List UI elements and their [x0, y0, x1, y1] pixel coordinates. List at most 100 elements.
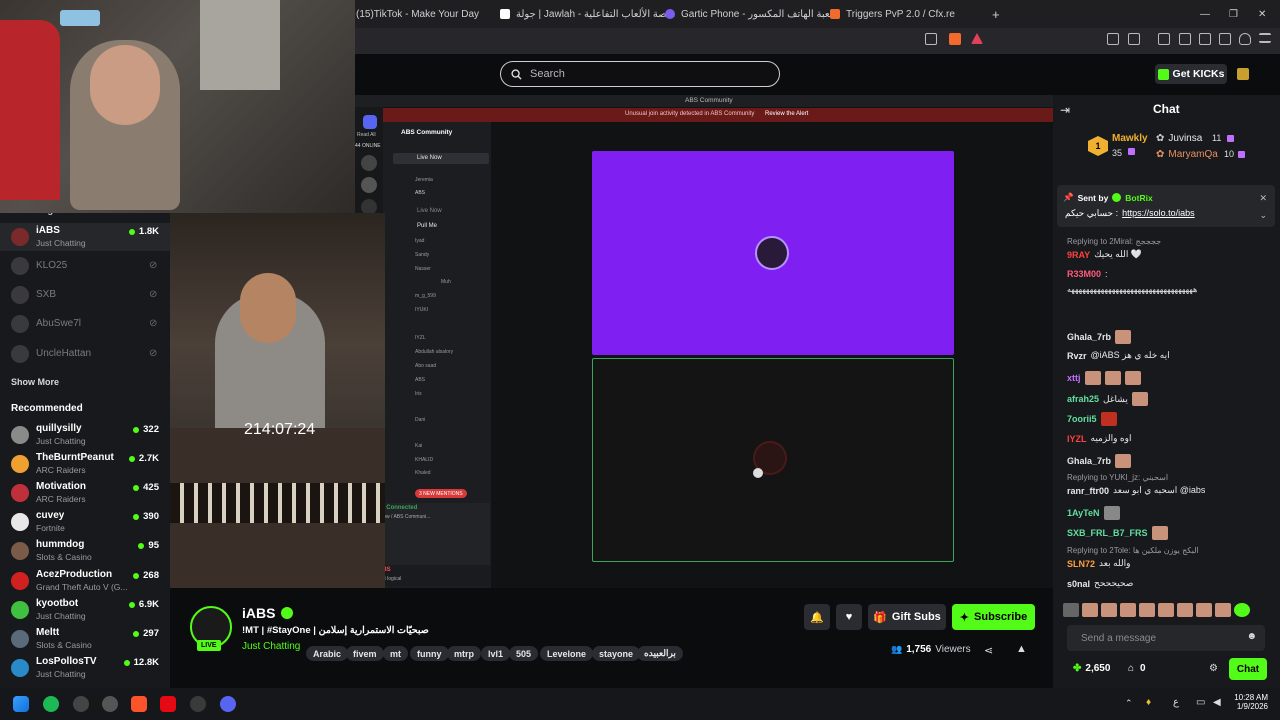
chat-username[interactable]: Ghala_7rb: [1067, 456, 1111, 466]
vpn-icon[interactable]: [1239, 33, 1251, 45]
sidebar-item-abuswe7l[interactable]: AbuSwe7l ⊘: [0, 310, 170, 338]
chat-username[interactable]: ranr_ftr00: [1067, 486, 1109, 496]
chat-message[interactable]: R33M00:: [1067, 269, 1108, 279]
chevron-up-icon[interactable]: ⌃: [1125, 698, 1133, 709]
tag[interactable]: fivem: [346, 646, 384, 661]
chat-message[interactable]: s0nal صحيحححح: [1067, 578, 1133, 589]
chat-username[interactable]: Ghala_7rb: [1067, 332, 1111, 342]
epic-games-icon[interactable]: [190, 696, 206, 712]
volume-icon[interactable]: ◀: [1213, 697, 1221, 708]
media-icon[interactable]: [1158, 33, 1170, 45]
ai-icon[interactable]: [1219, 33, 1231, 45]
wallet-icon[interactable]: [1199, 33, 1211, 45]
sidebar-item-quillysilly[interactable]: quillysilly Just Chatting 322: [0, 421, 170, 449]
browser-tab-tiktok[interactable]: (15)TikTok - Make Your Day: [356, 0, 479, 28]
send-chat-button[interactable]: Chat: [1229, 658, 1267, 680]
sidebar-item-motivation[interactable]: Motivation ARC Raiders 425: [0, 479, 170, 507]
chat-message[interactable]: ههههههههههههههههههههههههههههههههههه: [1067, 285, 1197, 294]
pinned-message[interactable]: 📌 Sent by BotRix حسابي حيكم : https://so…: [1057, 185, 1275, 227]
spotify-icon[interactable]: [43, 696, 59, 712]
chat-username[interactable]: Rvzr: [1067, 351, 1087, 361]
browser-tab-jawlah[interactable]: جولة | Jawlah - منصة الألعاب التفاعلية: [500, 0, 675, 28]
chat-message[interactable]: Ghala_7rb: [1067, 330, 1132, 344]
channel-points[interactable]: ✤ 2,650: [1073, 663, 1110, 674]
chrome-icon[interactable]: [102, 696, 118, 712]
tag[interactable]: mt: [383, 646, 408, 661]
chat-input[interactable]: Send a message ☻: [1067, 625, 1265, 651]
follow-button[interactable]: ♥: [836, 604, 862, 630]
chat-message[interactable]: xttj: [1067, 371, 1141, 385]
taskbar-time[interactable]: 10:28 AM: [1230, 693, 1268, 702]
chat-username[interactable]: IYZL: [1067, 434, 1087, 444]
close-window-button[interactable]: ✕: [1258, 0, 1266, 28]
taskbar-date[interactable]: 1/9/2026: [1230, 702, 1268, 711]
tag[interactable]: lvl1: [481, 646, 511, 661]
discord-icon[interactable]: [220, 696, 236, 712]
sidebar-item-hummdog[interactable]: hummdog Slots & Casino 95: [0, 537, 170, 565]
leader-name[interactable]: Juvinsa: [1168, 133, 1202, 144]
leader-name[interactable]: MaryamQa: [1168, 149, 1217, 160]
browser-tab-cfx[interactable]: Triggers PvP 2.0 / Cfx.re: [830, 0, 955, 28]
sidebar-item-iabs[interactable]: iABS Just Chatting 1.8K: [0, 223, 170, 251]
share-icon[interactable]: [925, 33, 937, 45]
tag[interactable]: برالعبيده: [637, 646, 683, 661]
sidebar-item-cuvey[interactable]: cuvey Fortnite 390: [0, 508, 170, 536]
unpin-icon[interactable]: ✕: [1259, 193, 1267, 204]
brave-icon[interactable]: [131, 696, 147, 712]
notification-bell-button[interactable]: 🔔: [804, 604, 830, 630]
tag[interactable]: mtrp: [447, 646, 481, 661]
sidebar-item-theburntpeanut[interactable]: TheBurntPeanut ARC Raiders 2.7K: [0, 450, 170, 478]
chat-username[interactable]: s0nal: [1067, 579, 1090, 589]
emoji-icon[interactable]: ☻: [1246, 631, 1257, 642]
minimize-button[interactable]: —: [1200, 0, 1210, 28]
microphone-icon[interactable]: ♦: [1146, 697, 1151, 708]
chevron-down-icon[interactable]: ⌄: [1259, 210, 1267, 221]
tag[interactable]: funny: [410, 646, 449, 661]
subscribe-button[interactable]: ✦ Subscribe: [952, 604, 1035, 630]
stream-category[interactable]: Just Chatting: [242, 641, 300, 652]
network-icon[interactable]: ▭: [1196, 697, 1205, 708]
browser-tab-gartic[interactable]: Gartic Phone - لعبة الهاتف المكسور: [665, 0, 833, 28]
tag[interactable]: Levelone: [540, 646, 594, 661]
tag[interactable]: 505: [509, 646, 539, 661]
menu-icon[interactable]: [1259, 33, 1271, 43]
leader-name[interactable]: Mawkly: [1112, 133, 1148, 144]
tag[interactable]: stayone: [592, 646, 641, 661]
chat-message[interactable]: SLN72 والله بعد: [1067, 558, 1130, 569]
chat-message[interactable]: 1AyTeN: [1067, 506, 1120, 520]
settings-icon[interactable]: ⚙: [1209, 663, 1218, 674]
sidebar-item-acezproduction[interactable]: AcezProduction Grand Theft Auto V (G... …: [0, 567, 170, 595]
chat-message[interactable]: SXB_FRL_B7_FRS: [1067, 526, 1168, 540]
video-player[interactable]: ABS Community Unusual join activity dete…: [355, 95, 1053, 588]
chat-message[interactable]: ranr_ftr00 اسحبه ي ابو سعد @iabs: [1067, 485, 1205, 496]
sidebar-item-meltt[interactable]: Meltt Slots & Casino 297: [0, 625, 170, 653]
chat-username[interactable]: SXB_FRL_B7_FRS: [1067, 528, 1148, 538]
sidebar-item-sxb[interactable]: SXB ⊘: [0, 281, 170, 309]
sidebar-item-lospollostv[interactable]: LosPollosTV Just Chatting 12.8K: [0, 654, 170, 682]
chat-message[interactable]: IYZL اوه والزميه: [1067, 433, 1131, 444]
gift-subs-button[interactable]: 🎁 Gift Subs: [868, 604, 946, 630]
sidebar-icon[interactable]: [1179, 33, 1191, 45]
netflix-icon[interactable]: [160, 696, 176, 712]
chat-username[interactable]: 9RAY: [1067, 250, 1090, 260]
emote-bar[interactable]: [1063, 603, 1275, 617]
sidebar-item-kyootbot[interactable]: kyootbot Just Chatting 6.9K: [0, 596, 170, 624]
chat-message[interactable]: 9RAY الله يحيك 🤍: [1067, 249, 1142, 260]
chat-username[interactable]: 7oorii5: [1067, 414, 1097, 424]
brave-shield-icon[interactable]: [949, 33, 961, 45]
sidebar-item-klo25[interactable]: KLO25 ⊘: [0, 252, 170, 280]
extensions-icon[interactable]: [1107, 33, 1119, 45]
pinned-link[interactable]: https://solo.to/iabs: [1122, 208, 1195, 219]
chat-message[interactable]: Rvzr @iABS ايه خله ي هز: [1067, 350, 1170, 361]
search-bar[interactable]: Search: [500, 61, 780, 87]
maximize-button[interactable]: ❐: [1229, 0, 1238, 28]
mentions-badge[interactable]: 3 NEW MENTIONS: [415, 489, 467, 498]
settings-icon[interactable]: [73, 696, 89, 712]
collapse-chat-icon[interactable]: ⇥: [1060, 103, 1070, 117]
chat-username[interactable]: R33M00: [1067, 269, 1101, 279]
get-kicks-button[interactable]: Get KICKs: [1155, 64, 1227, 84]
language-indicator[interactable]: ع: [1173, 697, 1179, 708]
chat-username[interactable]: SLN72: [1067, 559, 1095, 569]
chat-username[interactable]: afrah25: [1067, 394, 1099, 404]
channel-name[interactable]: iABS: [242, 605, 275, 621]
